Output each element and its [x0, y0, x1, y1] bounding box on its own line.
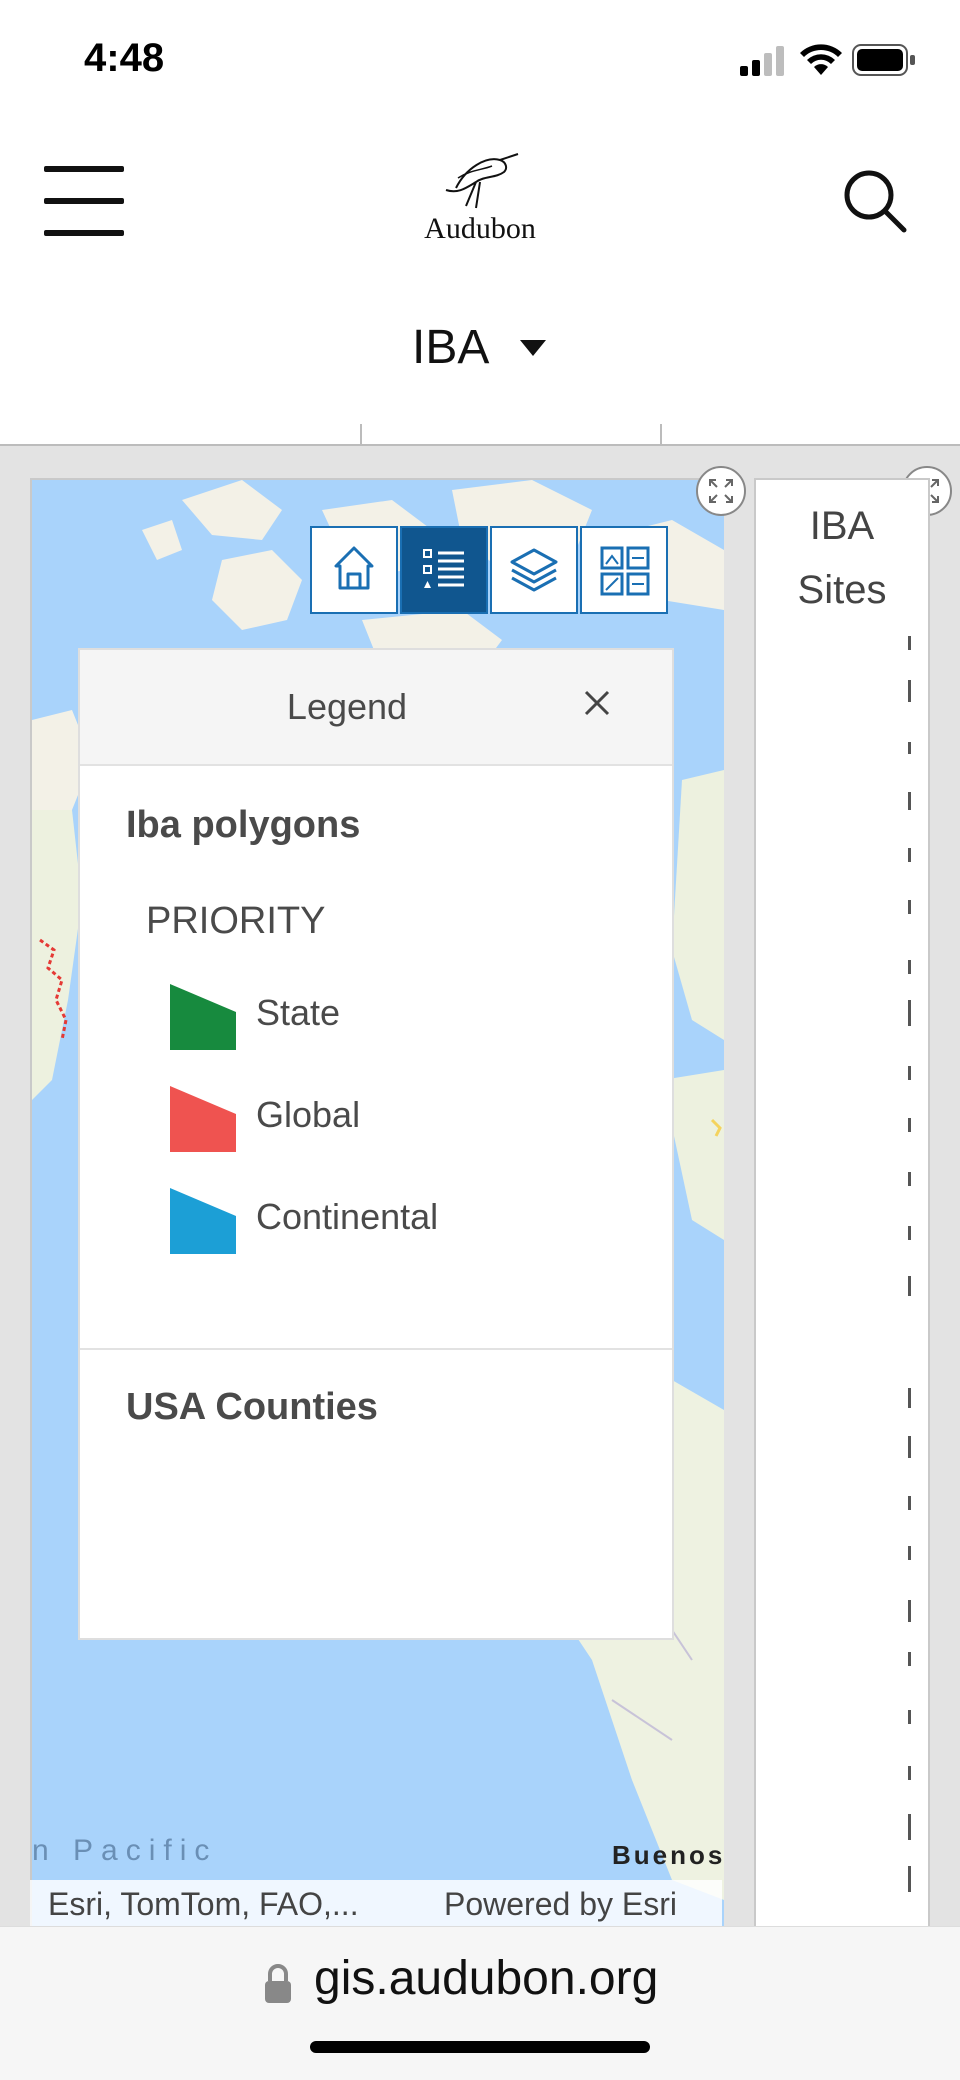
list-item-fragment: [908, 1000, 911, 1026]
list-item-fragment: [908, 1866, 911, 1892]
legend-button[interactable]: [400, 526, 488, 614]
tab-divider: [360, 424, 362, 446]
caret-down-icon: [520, 340, 546, 356]
list-item-fragment: [908, 1172, 911, 1186]
legend-swatch-continental: [170, 1188, 236, 1254]
legend-label-continental: Continental: [256, 1196, 439, 1237]
legend-label-global: Global: [256, 1094, 361, 1135]
audubon-egret-logo: [445, 153, 519, 209]
wifi-icon: [800, 44, 842, 75]
audubon-logo-text: Audubon: [424, 212, 536, 245]
expand-icon: [709, 479, 733, 503]
expand-map-button[interactable]: [696, 466, 746, 516]
menu-button[interactable]: [44, 166, 124, 236]
list-item-fragment: [908, 636, 911, 650]
legend-label-state: State: [256, 992, 341, 1033]
legend-title: Legend: [286, 686, 408, 727]
legend-swatch-global: [170, 1086, 236, 1152]
legend-icon: [423, 549, 464, 588]
list-item-fragment: [908, 848, 911, 862]
list-item-fragment: [908, 742, 911, 754]
list-item-fragment: [908, 1766, 911, 1780]
list-item-fragment: [908, 900, 911, 914]
list-item-fragment: [908, 1814, 911, 1840]
battery-icon: [852, 44, 915, 76]
list-item-fragment: [908, 680, 911, 702]
basemap-gallery-button[interactable]: [580, 526, 668, 614]
lock-icon: [265, 1964, 291, 2003]
dropdown-title: IBA: [412, 321, 490, 374]
side-panel-title: IBA: [809, 504, 875, 548]
powered-by-esri[interactable]: Powered by Esri: [444, 1886, 677, 1923]
side-panel-title: Sites: [797, 568, 887, 612]
list-item-fragment: [908, 1436, 911, 1458]
status-time: 4:48: [84, 36, 165, 80]
url-text[interactable]: gis.audubon.org: [314, 1951, 658, 2006]
tab-divider: [660, 424, 662, 446]
list-item-fragment: [908, 1496, 911, 1510]
legend-field-name: PRIORITY: [146, 900, 326, 942]
list-item-fragment: [908, 1546, 911, 1560]
list-item-fragment: [908, 960, 911, 974]
search-icon[interactable]: [842, 168, 908, 234]
legend-layer-title: USA Counties: [126, 1386, 378, 1428]
list-item-fragment: [908, 1600, 911, 1622]
list-item-fragment: [908, 1226, 911, 1240]
map-label-city: Buenos: [612, 1840, 724, 1870]
iba-sites-panel: IBA Sites: [754, 478, 930, 1928]
signal-icon: [740, 46, 784, 76]
layers-icon: [510, 548, 558, 592]
list-item-fragment: [908, 792, 911, 810]
map-label-ocean: n Pacific: [32, 1834, 218, 1867]
list-item-fragment: [908, 1118, 911, 1132]
list-item-fragment: [908, 1276, 911, 1296]
home-icon: [334, 546, 374, 590]
attribution-text[interactable]: Esri, TomTom, FAO,...: [48, 1886, 359, 1923]
layers-button[interactable]: [490, 526, 578, 614]
list-item-fragment: [908, 1652, 911, 1666]
home-indicator[interactable]: [310, 2041, 650, 2053]
close-icon[interactable]: [582, 688, 612, 718]
browser-url-bar[interactable]: gis.audubon.org: [0, 1926, 960, 2080]
list-item-fragment: [908, 1710, 911, 1724]
legend-layer-title: Iba polygons: [126, 804, 361, 846]
map-attribution: Esri, TomTom, FAO,... Powered by Esri: [30, 1880, 722, 1926]
legend-header: Legend: [80, 650, 672, 766]
list-item-fragment: [908, 1066, 911, 1080]
iba-dropdown[interactable]: IBA: [390, 316, 570, 386]
legend-panel: Legend Iba polygons PRIORITY State Globa…: [78, 648, 674, 1640]
basemap-gallery-icon: [600, 546, 650, 596]
home-button[interactable]: [310, 526, 398, 614]
legend-divider: [80, 1348, 672, 1350]
legend-swatch-state: [170, 984, 236, 1050]
list-item-fragment: [908, 1388, 911, 1408]
